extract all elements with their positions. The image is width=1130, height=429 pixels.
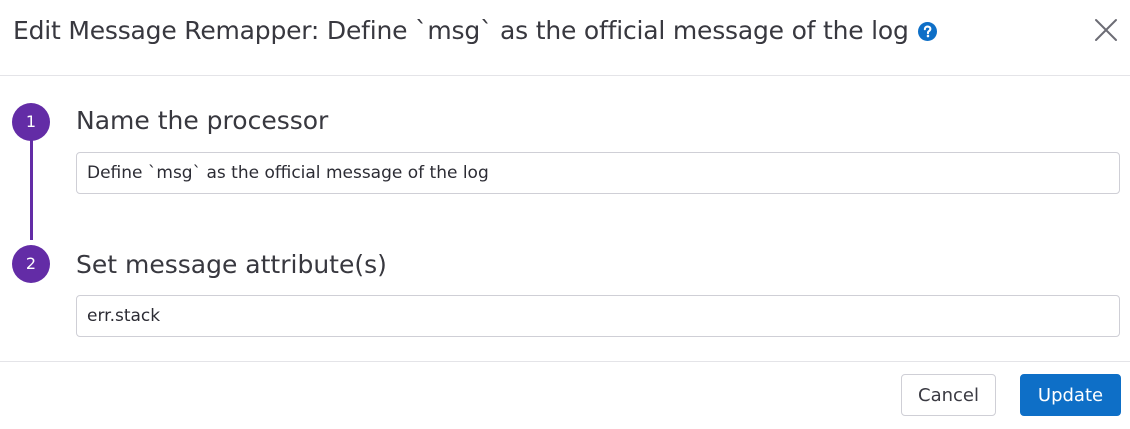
processor-name-input[interactable] [76,152,1120,194]
question-circle-icon[interactable] [917,22,937,41]
update-button[interactable]: Update [1020,374,1121,416]
step-heading-name-processor: Name the processor [76,106,329,135]
edit-message-remapper-dialog: Edit Message Remapper: Define `msg` as t… [0,0,1130,428]
step-number-badge: 1 [12,103,50,141]
step-connector-line [30,140,33,240]
message-attribute-input[interactable] [76,295,1120,337]
step-number-badge: 2 [12,245,50,283]
step-heading-message-attributes: Set message attribute(s) [76,250,387,279]
title-row: Edit Message Remapper: Define `msg` as t… [13,14,937,48]
close-icon[interactable] [1093,17,1119,43]
dialog-header: Edit Message Remapper: Define `msg` as t… [0,0,1130,76]
cancel-button[interactable]: Cancel [901,374,996,416]
dialog-title: Edit Message Remapper: Define `msg` as t… [13,16,909,45]
